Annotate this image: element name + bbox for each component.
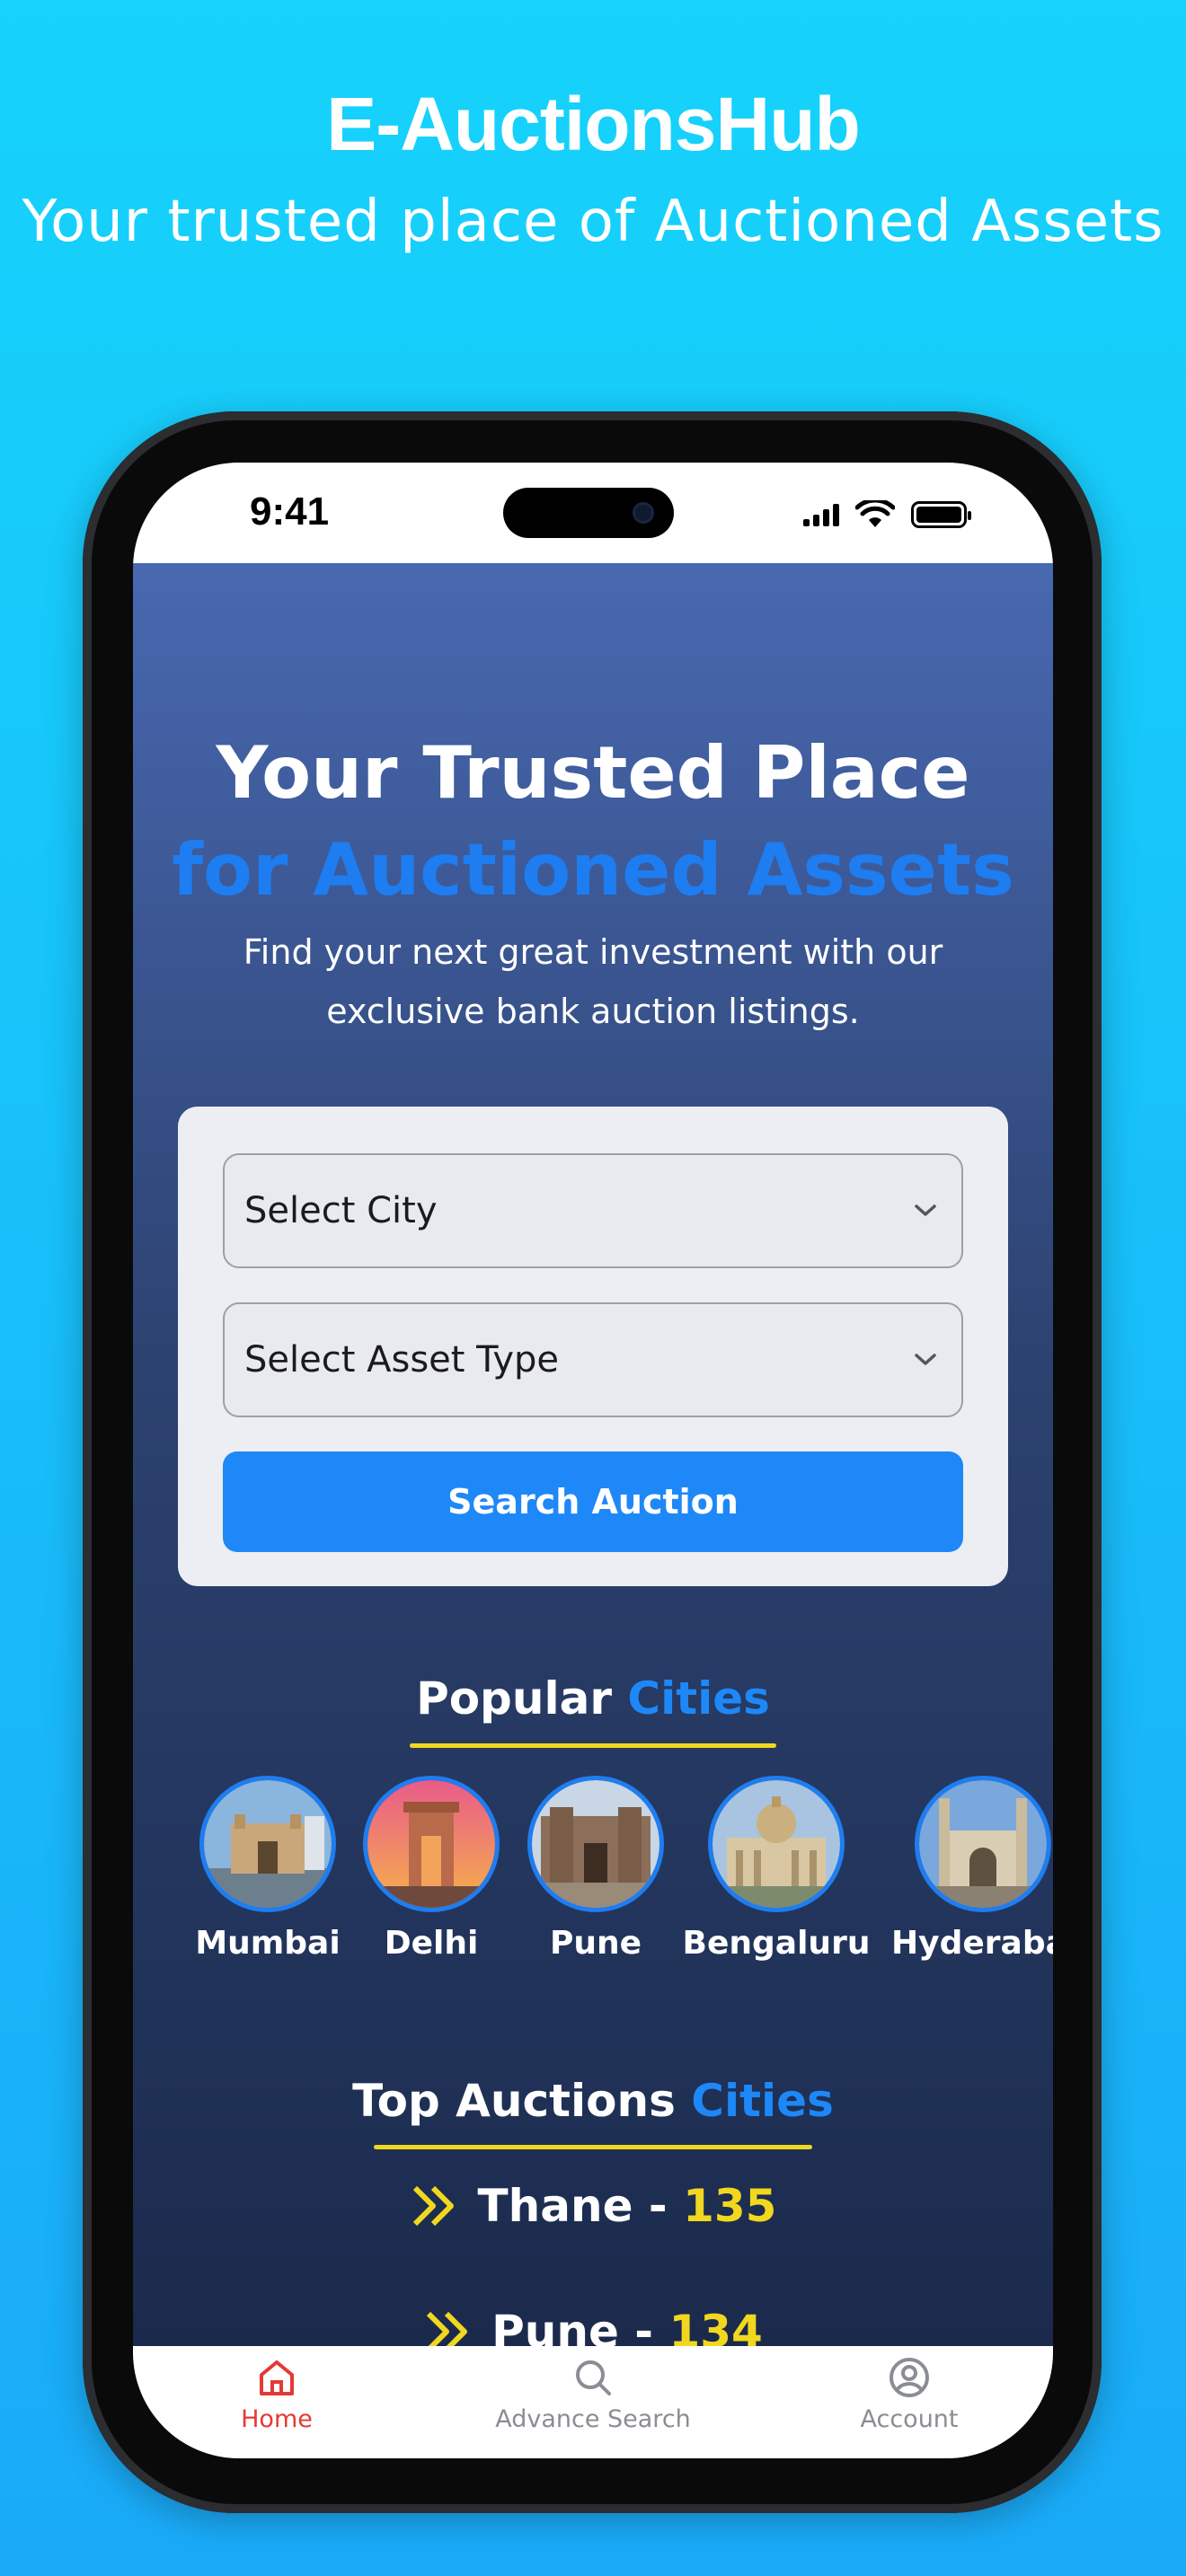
popular-cities-title: Popular Cities (133, 1672, 1053, 1725)
status-icons (803, 498, 971, 531)
hero-description: Find your next great investment with our… (243, 932, 943, 1031)
top-auction-city-item[interactable]: Thane - 135 (133, 2180, 1053, 2232)
hero-title-accent: for Auctioned Assets (172, 828, 1014, 912)
top-city-count: 135 (683, 2180, 777, 2232)
double-chevron-right-icon (412, 2185, 454, 2227)
account-icon (890, 2358, 929, 2397)
tab-label: Account (860, 2405, 959, 2433)
chevron-down-icon (909, 1195, 942, 1227)
top-city-count: 134 (668, 2306, 763, 2346)
popular-cities-title-main: Popular (416, 1672, 628, 1725)
top-city-name: Thane (477, 2180, 633, 2232)
top-city-separator: - (618, 2306, 669, 2346)
tab-label: Advance Search (495, 2405, 691, 2433)
city-card-delhi[interactable]: Delhi (350, 1776, 512, 1962)
india-gate-image (363, 1776, 500, 1912)
tab-account[interactable]: Account (774, 2355, 1044, 2433)
phone-screen: 9:41 Your Trusted Place for Auctioned As… (133, 463, 1053, 2458)
double-chevron-right-icon (427, 2311, 468, 2346)
charminar-image (915, 1776, 1051, 1912)
dynamic-island (503, 488, 674, 538)
popular-cities-title-accent: Cities (627, 1672, 770, 1725)
home-icon (260, 2360, 294, 2395)
scroll-content[interactable]: Your Trusted Place for Auctioned Assets … (133, 563, 1053, 2346)
promo-title: E-AuctionsHub (326, 82, 861, 166)
status-time: 9:41 (250, 490, 330, 534)
bottom-tab-bar: Home Advance Search Account (133, 2346, 1053, 2458)
wifi-icon (855, 500, 895, 527)
hero-title: Your Trusted Place for Auctioned Assets (151, 725, 1035, 919)
top-auctions-title: Top Auctions Cities (133, 2075, 1053, 2127)
shaniwar-wada-image (527, 1776, 664, 1912)
battery-icon (911, 501, 971, 528)
chevron-down-icon (909, 1344, 942, 1376)
top-city-separator: - (633, 2180, 684, 2232)
search-icon (576, 2360, 611, 2395)
city-card-pune[interactable]: Pune (515, 1776, 677, 1962)
top-auctions-title-accent: Cities (691, 2075, 834, 2127)
city-card-hyderabad[interactable]: Hyderabad (888, 1776, 1053, 1962)
city-card-mumbai[interactable]: Mumbai (187, 1776, 349, 1962)
city-name: Hyderabad (891, 1925, 1053, 1962)
top-auctions-underline (374, 2145, 812, 2149)
popular-cities-carousel[interactable]: Mumbai Delhi Pune Bengaluru Hyderab (187, 1776, 1053, 1982)
search-auction-button[interactable]: Search Auction (223, 1451, 963, 1552)
top-city-name: Pune (491, 2306, 619, 2346)
camera-icon (633, 502, 654, 524)
search-card: Select City Select Asset Type Search Auc… (178, 1107, 1008, 1586)
cellular-signal-icon (803, 503, 839, 526)
asset-type-select-label: Select Asset Type (244, 1339, 560, 1381)
city-name: Bengaluru (682, 1925, 871, 1962)
city-name: Delhi (384, 1925, 479, 1962)
tab-advance-search[interactable]: Advance Search (458, 2355, 728, 2433)
promo-subtitle: Your trusted place of Auctioned Assets (22, 189, 1164, 255)
city-select-label: Select City (244, 1190, 438, 1231)
top-auction-city-item[interactable]: Pune - 134 (133, 2306, 1053, 2346)
gateway-of-india-image (199, 1776, 336, 1912)
tab-label: Home (241, 2405, 313, 2433)
city-card-bengaluru[interactable]: Bengaluru (683, 1776, 870, 1962)
city-select[interactable]: Select City (223, 1153, 963, 1268)
vidhana-soudha-image (708, 1776, 845, 1912)
asset-type-select[interactable]: Select Asset Type (223, 1302, 963, 1417)
status-bar: 9:41 (133, 463, 1053, 563)
city-name: Mumbai (195, 1925, 341, 1962)
top-auctions-title-main: Top Auctions (352, 2075, 692, 2127)
city-name: Pune (549, 1925, 642, 1962)
tab-home[interactable]: Home (142, 2355, 412, 2433)
hero-title-main: Your Trusted Place (216, 731, 970, 815)
popular-cities-underline (410, 1743, 776, 1748)
